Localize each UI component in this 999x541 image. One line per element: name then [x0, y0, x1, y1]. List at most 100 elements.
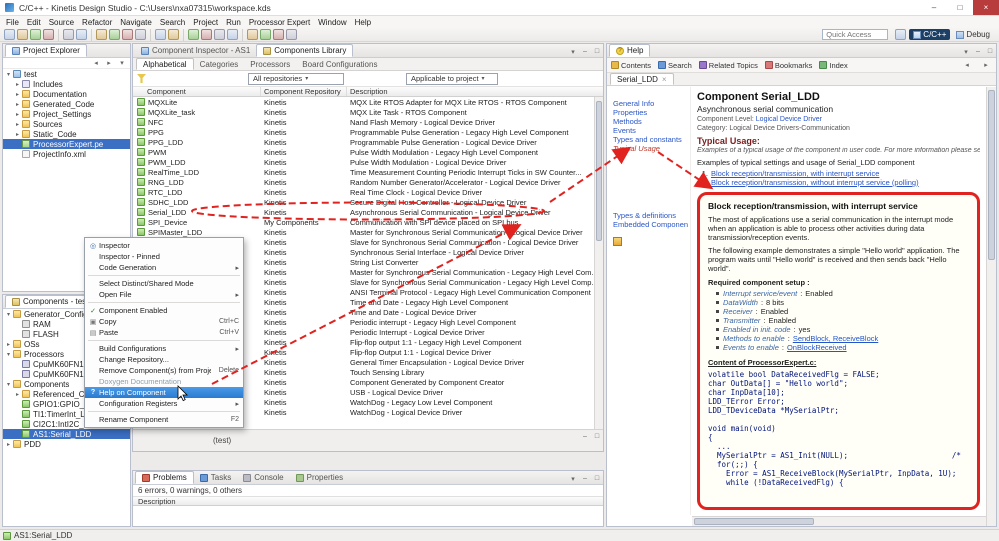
view-menu-icon[interactable]	[960, 46, 972, 57]
help-vertical-scrollbar[interactable]	[986, 87, 996, 526]
column-header-description[interactable]: Description	[347, 87, 603, 96]
menu-run[interactable]: Run	[222, 18, 245, 27]
save-icon[interactable]	[17, 29, 28, 40]
scrollbar-thumb[interactable]	[694, 518, 814, 525]
tree-expand-icon[interactable]: ▸	[14, 101, 21, 108]
nav-link-events[interactable]: Events	[613, 126, 688, 135]
menu-item-remove-component-s-from-project[interactable]: Remove Component(s) from Project Delete	[85, 365, 243, 376]
menu-item-build-configurations[interactable]: Build Configurations ▸	[85, 343, 243, 354]
menu-item-code-generation[interactable]: Code Generation ▸	[85, 262, 243, 273]
back-icon[interactable]	[247, 29, 258, 40]
component-level-value[interactable]: Logical Device Driver	[756, 116, 822, 123]
tab-component-inspector-as1[interactable]: Component Inspector - AS1	[135, 44, 256, 57]
menu-item-rename-component[interactable]: Rename Component F2	[85, 414, 243, 425]
menu-file[interactable]: File	[2, 18, 23, 27]
menu-item-open-file[interactable]: Open File ▸	[85, 289, 243, 300]
menu-navigate[interactable]: Navigate	[116, 18, 156, 27]
maximize-button[interactable]: □	[947, 0, 973, 15]
menu-search[interactable]: Search	[156, 18, 189, 27]
menu-processor-expert[interactable]: Processor Expert	[245, 18, 314, 27]
next-annotation-icon[interactable]	[273, 29, 284, 40]
nav-link-types-and-constants[interactable]: Types and constants	[613, 135, 688, 144]
menu-item-paste[interactable]: Paste Ctrl+V	[85, 327, 243, 338]
minimize-icon[interactable]	[579, 431, 591, 442]
close-button[interactable]: ×	[973, 0, 999, 15]
project-item-project-settings[interactable]: ▸ Project_Settings	[3, 109, 130, 119]
menu-item-change-repository[interactable]: Change Repository...	[85, 354, 243, 365]
run-icon[interactable]	[109, 29, 120, 40]
open-element-icon[interactable]	[201, 29, 212, 40]
tree-collapse-icon[interactable]: ▾	[5, 381, 12, 388]
table-row-rng-ldd[interactable]: RNG_LDD Kinetis Random Number Generator/Ac…	[133, 177, 594, 187]
menu-item-configuration-registers[interactable]: Configuration Registers ▸	[85, 398, 243, 409]
project-item-projectinfo-xml[interactable]: ProjectInfo.xml	[3, 149, 130, 159]
print-icon[interactable]	[43, 29, 54, 40]
tab-problems[interactable]: Problems	[135, 471, 194, 484]
tab-components-test[interactable]: Components - test	[5, 295, 96, 308]
contents-button[interactable]: Contents	[611, 61, 651, 70]
project-item-processorexpert-pe[interactable]: ProcessorExpert.pe	[3, 139, 130, 149]
menu-project[interactable]: Project	[189, 18, 222, 27]
previous-annotation-icon[interactable]	[286, 29, 297, 40]
table-row-spi-device[interactable]: SPI_Device My Components Communication wit…	[133, 217, 594, 227]
setup-property-value[interactable]: SendBlock, ReceiveBlock	[793, 334, 878, 343]
maximize-icon[interactable]	[591, 46, 603, 57]
view-menu-icon[interactable]	[567, 46, 579, 57]
table-row-rtc-ldd[interactable]: RTC_LDD Kinetis Real Time Clock - Logical …	[133, 187, 594, 197]
table-row-mqxlite-task[interactable]: MQXLite_task Kinetis MQX Lite Task - RTOS …	[133, 107, 594, 117]
menu-edit[interactable]: Edit	[23, 18, 45, 27]
tab-console[interactable]: Console	[237, 471, 289, 484]
help-horizontal-scrollbar[interactable]	[692, 516, 986, 526]
nav-link-methods[interactable]: Methods	[613, 117, 688, 126]
tree-expand-icon[interactable]: ▸	[14, 131, 21, 138]
scrollbar-thumb[interactable]	[596, 101, 602, 241]
table-row-pwm-ldd[interactable]: PWM_LDD Kinetis Pulse Width Modulation - L…	[133, 157, 594, 167]
tab-alphabetical[interactable]: Alphabetical	[136, 58, 194, 70]
table-row-pwm[interactable]: PWM Kinetis Pulse Width Modulation - Legac…	[133, 147, 594, 157]
collapse-all-icon[interactable]	[90, 58, 102, 69]
build-all-icon[interactable]	[63, 29, 74, 40]
nav-link-types-definitions[interactable]: Types & definitions	[613, 211, 688, 220]
view-menu-icon[interactable]	[116, 58, 128, 69]
perspective-c-c[interactable]: C/C++	[909, 29, 951, 40]
table-row-spimaster-ldd[interactable]: SPIMaster_LDD Kinetis Master for Synchrono…	[133, 227, 594, 237]
debug-icon[interactable]	[96, 29, 107, 40]
project-item-generated-code[interactable]: ▸ Generated_Code	[3, 99, 130, 109]
mark-occurrences-icon[interactable]	[214, 29, 225, 40]
nav-link-embedded-components[interactable]: Embedded Components	[613, 220, 688, 229]
tree-expand-icon[interactable]: ▸	[14, 391, 21, 398]
maximize-icon[interactable]	[591, 431, 603, 442]
project-item-documentation[interactable]: ▸ Documentation	[3, 89, 130, 99]
menu-source[interactable]: Source	[45, 18, 78, 27]
column-header-component-repository[interactable]: Component Repository	[261, 87, 347, 96]
tree-expand-icon[interactable]: ▸	[14, 111, 21, 118]
view-menu-icon[interactable]	[567, 473, 579, 484]
last-edit-location-icon[interactable]	[227, 29, 238, 40]
perspective-debug[interactable]: Debug	[952, 29, 994, 40]
tree-collapse-icon[interactable]: ▾	[5, 351, 12, 358]
tree-collapse-icon[interactable]: ▾	[5, 71, 12, 78]
components-item-pdd[interactable]: ▸ PDD	[3, 439, 130, 449]
menu-window[interactable]: Window	[314, 18, 350, 27]
quick-access-input[interactable]	[822, 29, 889, 40]
menu-item-select-distinct-shared-mode[interactable]: Select Distinct/Shared Mode	[85, 278, 243, 289]
menu-item-inspector-pinned[interactable]: Inspector - Pinned	[85, 251, 243, 262]
processor-expert-icon[interactable]	[155, 29, 166, 40]
table-row-mqxlite[interactable]: MQXLite Kinetis MQX Lite RTOS Adapter for …	[133, 97, 594, 107]
tab-processors[interactable]: Processors	[244, 58, 296, 70]
menu-refactor[interactable]: Refactor	[78, 18, 116, 27]
minimize-icon[interactable]	[972, 46, 984, 57]
menu-item-component-enabled[interactable]: Component Enabled	[85, 305, 243, 316]
menu-item-copy[interactable]: Copy Ctrl+C	[85, 316, 243, 327]
index-button[interactable]: Index	[819, 61, 848, 70]
tab-tasks[interactable]: Tasks	[194, 471, 237, 484]
menu-item-doxygen-documentation[interactable]: Doxygen Documentation	[85, 376, 243, 387]
tree-collapse-icon[interactable]: ▾	[5, 311, 12, 318]
components-item-as1-serial-ldd[interactable]: AS1:Serial_LDD	[3, 429, 130, 439]
forward-icon[interactable]	[260, 29, 271, 40]
back-icon[interactable]	[961, 60, 973, 71]
nav-link-general-info[interactable]: General Info	[613, 99, 688, 108]
search-button[interactable]: Search	[658, 61, 692, 70]
search-icon[interactable]	[188, 29, 199, 40]
tree-expand-icon[interactable]: ▸	[5, 341, 12, 348]
